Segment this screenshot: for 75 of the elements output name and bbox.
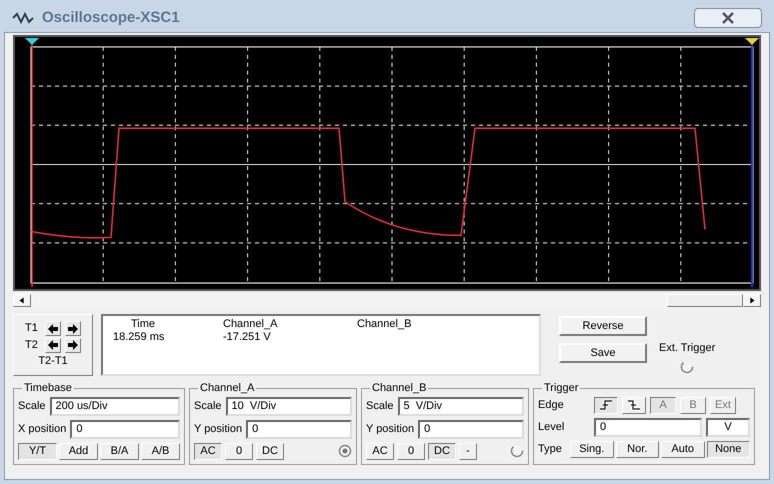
toggle-button[interactable]: B — [680, 396, 706, 414]
field-label: Type — [538, 442, 563, 457]
input-field[interactable]: 0 — [594, 418, 702, 436]
field-label: Y position — [194, 422, 242, 437]
right-arrow-icon — [67, 324, 79, 334]
group-title: Trigger — [543, 381, 580, 396]
toggle-button[interactable]: 0 — [225, 442, 253, 460]
toggle-button[interactable]: 0 — [397, 442, 425, 460]
field-label: X position — [18, 422, 66, 437]
toggle-button[interactable]: Add — [59, 442, 98, 460]
column-heading: Channel_B — [357, 318, 412, 331]
cursor-label: T1 — [25, 321, 39, 336]
group-title: Channel_A — [199, 381, 256, 396]
input-field[interactable]: 5 V/Div — [398, 396, 524, 416]
input-field[interactable]: 0 — [70, 420, 180, 438]
cursor-marker-icon[interactable] — [745, 38, 759, 45]
ext-trigger-label: Ext. Trigger — [659, 340, 716, 356]
cursor-marker-icon[interactable] — [25, 38, 39, 45]
toggle-button[interactable]: B/A — [100, 442, 139, 460]
toggle-button[interactable]: Auto — [661, 440, 704, 458]
field-label: Y position — [366, 422, 414, 437]
window-title: Oscilloscope-XSC1 — [42, 8, 181, 28]
toggle-button[interactable]: Y/T — [18, 442, 57, 460]
input-field[interactable]: 10 V/Div — [226, 396, 352, 416]
readout-value: -17.251 V — [223, 331, 272, 344]
scrollbar-thumb[interactable] — [667, 294, 743, 307]
scroll-left-icon[interactable] — [13, 294, 31, 307]
input-field[interactable]: 0 — [418, 420, 524, 438]
action-button[interactable]: Reverse — [559, 316, 647, 336]
close-button[interactable] — [694, 8, 762, 28]
toggle-button[interactable]: AC — [194, 442, 222, 460]
falling-edge-icon — [627, 400, 641, 410]
arrow-button[interactable] — [65, 338, 81, 352]
toggle-button[interactable]: Ext — [710, 396, 736, 414]
left-arrow-icon — [47, 324, 59, 334]
toggle-button[interactable]: A — [650, 396, 676, 414]
column-heading: Time — [130, 318, 156, 331]
column-heading: Channel_A — [223, 318, 278, 331]
rising-edge-icon — [599, 400, 613, 410]
cursor-label: T2 — [25, 338, 39, 353]
scroll-right-icon[interactable] — [743, 294, 761, 307]
field-label: Edge — [538, 398, 565, 413]
input-field[interactable]: 0 — [246, 420, 352, 438]
right-arrow-icon — [67, 340, 79, 350]
toggle-button[interactable]: - — [459, 442, 477, 460]
toggle-button[interactable]: A/B — [141, 442, 180, 460]
toggle-button[interactable]: DC — [256, 442, 284, 460]
left-arrow-icon — [47, 340, 59, 350]
arrow-button[interactable] — [45, 338, 61, 352]
readout-value: 18.259 ms — [113, 331, 166, 344]
toggle-button[interactable]: None — [706, 440, 750, 458]
scrollbar[interactable] — [13, 293, 761, 308]
arrow-button[interactable] — [45, 321, 61, 336]
cursor-line[interactable] — [31, 42, 33, 288]
group-title: Timebase — [23, 381, 73, 396]
action-button[interactable]: Save — [559, 343, 647, 363]
oscilloscope-icon — [12, 12, 34, 24]
radio-icon[interactable] — [680, 360, 694, 374]
toggle-button[interactable]: Nor. — [616, 440, 659, 458]
radio-icon[interactable] — [510, 444, 524, 458]
field-label: Scale — [366, 398, 394, 414]
close-icon — [720, 12, 736, 24]
group-title: Channel_B — [371, 381, 428, 396]
arrow-button[interactable] — [65, 321, 81, 336]
input-field[interactable]: 200 us/Div — [50, 396, 180, 416]
edge-button[interactable] — [594, 396, 618, 414]
radio-icon[interactable] — [338, 444, 352, 458]
field-label: Level — [538, 420, 566, 435]
field-label: Scale — [18, 398, 46, 414]
toggle-button[interactable]: AC — [366, 442, 394, 460]
toggle-button[interactable]: Sing. — [570, 440, 614, 458]
input-field[interactable]: V — [706, 418, 750, 436]
field-label: Scale — [194, 398, 222, 414]
cursor-difference-label: T2-T1 — [38, 354, 68, 370]
toggle-button[interactable]: DC — [428, 442, 456, 460]
